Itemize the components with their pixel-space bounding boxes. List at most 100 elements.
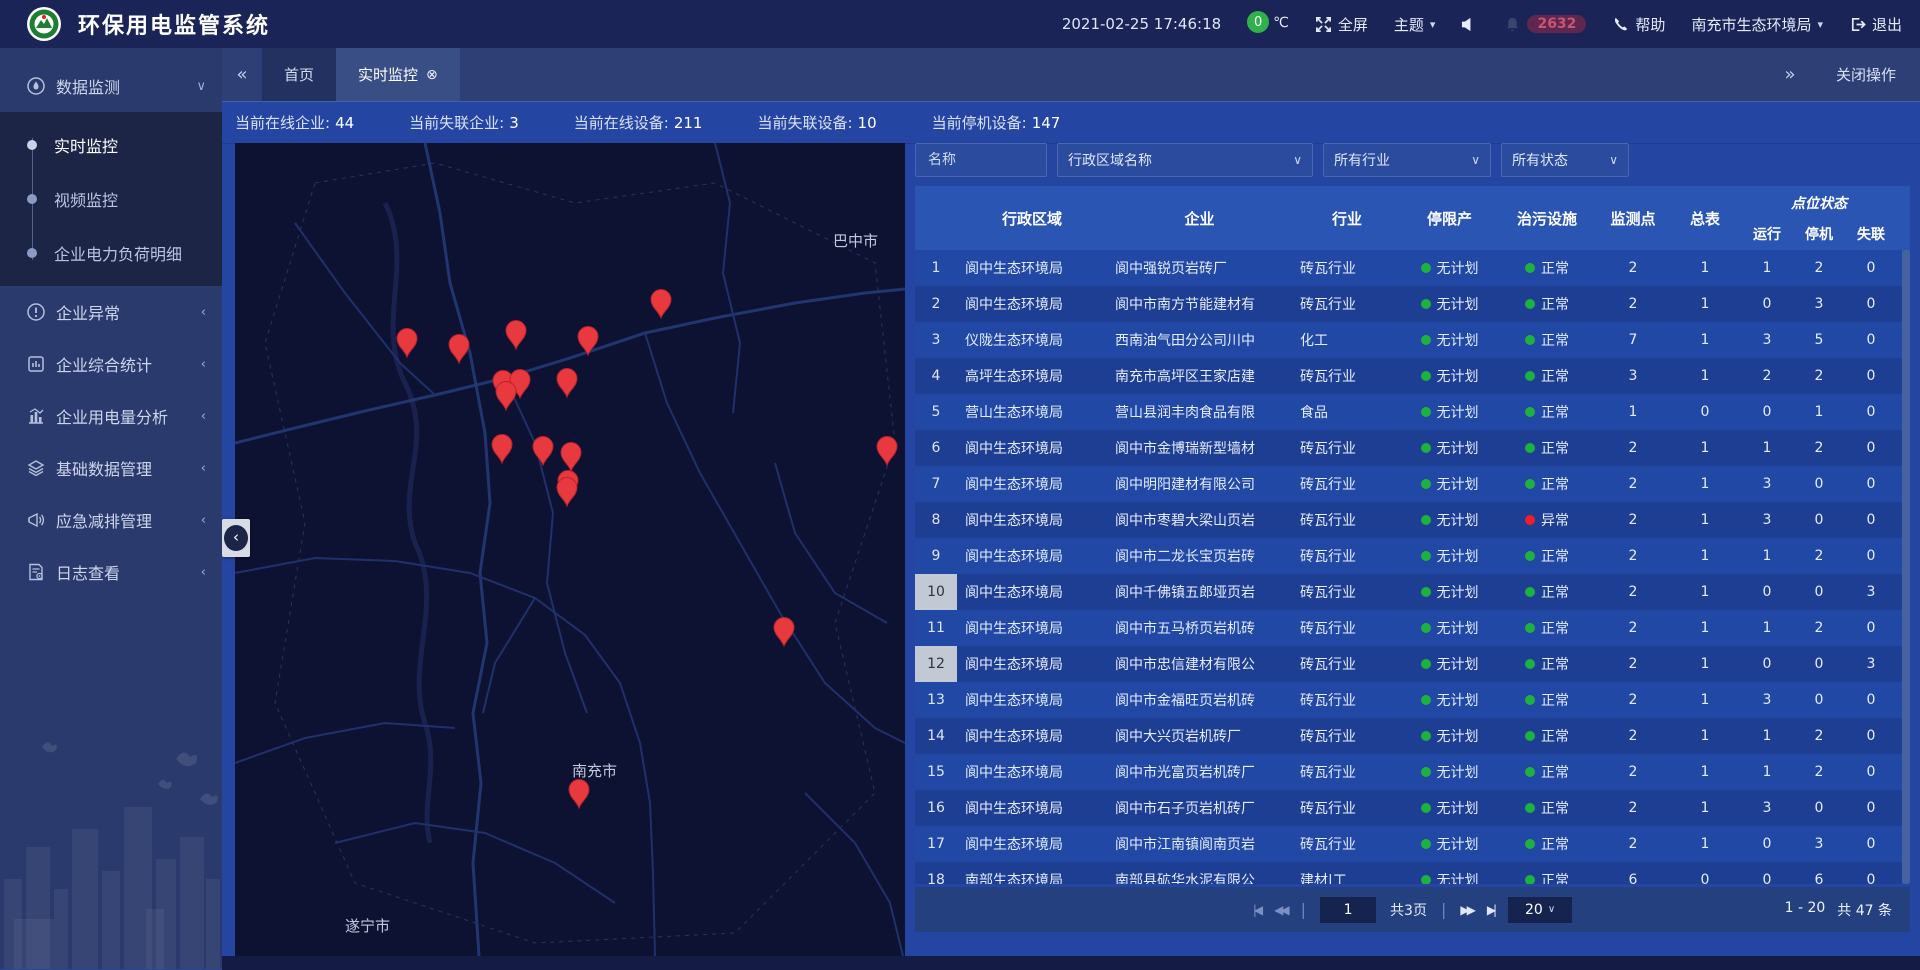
prev-page-button[interactable]: ◀◀: [1274, 903, 1286, 917]
chevron-left-icon: ‹: [201, 409, 206, 424]
table-header: 行政区域 企业 行业 停限产 治污设施 监测点 总表 点位状态 运行 停机 失联: [915, 186, 1910, 250]
table-cell-num: 11: [915, 610, 957, 646]
chevron-left-icon: ‹: [201, 461, 206, 476]
table-row[interactable]: 16阆中生态环境局阆中市石子页岩机砖厂砖瓦行业无计划正常21300: [915, 790, 1910, 826]
pagination-summary: 1 - 20 共 47 条: [1785, 900, 1892, 920]
table-row[interactable]: 14阆中生态环境局阆中大兴页岩机砖厂砖瓦行业无计划正常21120: [915, 718, 1910, 754]
table-cell-lost: 0: [1845, 286, 1897, 322]
table-cell-stop: 0: [1793, 646, 1845, 682]
page-title: 环保用电监管系统: [78, 8, 270, 40]
close-operations-button[interactable]: 关闭操作: [1836, 64, 1896, 85]
table-cell-run: 0: [1741, 826, 1793, 862]
column-header-stopped: 停机: [1793, 224, 1845, 244]
sidebar-item-data-monitoring[interactable]: 数据监测 ∨: [0, 60, 222, 112]
table-cell-lost: 0: [1845, 358, 1897, 394]
sidebar-item-enterprise-abnormal[interactable]: 企业异常 ‹: [0, 286, 222, 338]
table-row[interactable]: 9阆中生态环境局阆中市二龙长宝页岩砖砖瓦行业无计划正常21120: [915, 538, 1910, 574]
table-cell-industry: 砖瓦行业: [1292, 826, 1402, 862]
name-filter-input[interactable]: [926, 151, 1036, 169]
table-row[interactable]: 15阆中生态环境局阆中市光富页岩机砖厂砖瓦行业无计划正常21120: [915, 754, 1910, 790]
table-row[interactable]: 11阆中生态环境局阆中市五马桥页岩机砖砖瓦行业无计划正常21120: [915, 610, 1910, 646]
logout-icon: [1849, 16, 1866, 33]
tab-scroll-left-icon[interactable]: «: [222, 48, 262, 101]
tab-scroll-right-icon[interactable]: »: [1770, 64, 1810, 85]
mute-button[interactable]: [1461, 16, 1478, 33]
table-cell-run: 1: [1741, 538, 1793, 574]
fullscreen-icon: [1315, 16, 1332, 33]
current-page-input[interactable]: 1: [1320, 897, 1376, 923]
table-scrollbar[interactable]: [1902, 250, 1910, 884]
table-cell-lost: 0: [1845, 250, 1897, 286]
chevron-down-icon: ∨: [1548, 904, 1555, 915]
table-cell-num: 1: [915, 250, 957, 286]
status-dot-icon: [1421, 803, 1431, 813]
status-dot-icon: [1525, 407, 1535, 417]
first-page-button[interactable]: |◀: [1253, 903, 1260, 917]
table-cell-run: 3: [1741, 682, 1793, 718]
status-dot-icon: [1525, 839, 1535, 849]
sidebar-item-video-monitor[interactable]: 视频监控: [0, 172, 222, 226]
fullscreen-button[interactable]: 全屏: [1315, 14, 1368, 35]
tab-home[interactable]: 首页: [262, 48, 336, 101]
sidebar-item-enterprise-statistics[interactable]: 企业综合统计 ‹: [0, 338, 222, 390]
table-row[interactable]: 4高坪生态环境局南充市高坪区王家店建砖瓦行业无计划正常31220: [915, 358, 1910, 394]
sidebar-item-log-view[interactable]: 日志查看 ‹: [0, 546, 222, 598]
map-collapse-button[interactable]: ‹: [222, 519, 250, 557]
table-cell-stop_plan: 无计划: [1402, 538, 1497, 574]
tab-close-icon[interactable]: ⊗: [426, 67, 438, 83]
table-cell-meter: 1: [1669, 646, 1741, 682]
table-row[interactable]: 5营山生态环境局营山县润丰肉食品有限食品无计划正常10010: [915, 394, 1910, 430]
table-row[interactable]: 1阆中生态环境局阆中强锐页岩砖厂砖瓦行业无计划正常21120: [915, 250, 1910, 286]
sidebar-item-power-analysis[interactable]: 企业用电量分析 ‹: [0, 390, 222, 442]
table-row[interactable]: 13阆中生态环境局阆中市金福旺页岩机砖砖瓦行业无计划正常21300: [915, 682, 1910, 718]
sidebar-item-realtime-monitor[interactable]: 实时监控: [0, 118, 222, 172]
map-panel[interactable]: 巴中市南充市遂宁市: [235, 143, 905, 956]
notifications-button[interactable]: 2632: [1504, 15, 1586, 33]
page-size-value: 20: [1525, 902, 1543, 918]
bar-chart-icon: [26, 406, 46, 426]
name-filter-field[interactable]: [915, 143, 1047, 177]
table-row[interactable]: 12阆中生态环境局阆中市忠信建材有限公砖瓦行业无计划正常21003: [915, 646, 1910, 682]
table-row[interactable]: 7阆中生态环境局阆中明阳建材有限公司砖瓦行业无计划正常21300: [915, 466, 1910, 502]
sidebar-item-emergency-reduction[interactable]: 应急减排管理 ‹: [0, 494, 222, 546]
table-cell-facility: 正常: [1497, 466, 1597, 502]
status-dot-icon: [1421, 767, 1431, 777]
logout-button[interactable]: 退出: [1849, 14, 1902, 35]
table-row[interactable]: 18南部生态环境局南部县砿华水泥有限公建材|工无计划正常60060: [915, 862, 1910, 884]
status-dot-icon: [1421, 515, 1431, 525]
table-row[interactable]: 17阆中生态环境局阆中市江南镇阆南页岩砖瓦行业无计划正常21030: [915, 826, 1910, 862]
table-cell-stop_plan: 无计划: [1402, 322, 1497, 358]
table-row[interactable]: 6阆中生态环境局阆中市金博瑞新型墙材砖瓦行业无计划正常21120: [915, 430, 1910, 466]
table-cell-industry: 砖瓦行业: [1292, 610, 1402, 646]
table-cell-run: 1: [1741, 610, 1793, 646]
page-size-select[interactable]: 20 ∨: [1508, 897, 1572, 923]
table-cell-industry: 砖瓦行业: [1292, 466, 1402, 502]
table-row[interactable]: 8阆中生态环境局阆中市枣碧大梁山页岩砖瓦行业无计划异常21300: [915, 502, 1910, 538]
table-cell-points: 2: [1597, 250, 1669, 286]
table-cell-run: 1: [1741, 754, 1793, 790]
map-canvas[interactable]: 巴中市南充市遂宁市: [235, 143, 905, 956]
table-row[interactable]: 10阆中生态环境局阆中千佛镇五郎垭页岩砖瓦行业无计划正常21003: [915, 574, 1910, 610]
industry-select[interactable]: 所有行业 ∨: [1323, 143, 1491, 177]
region-select[interactable]: 行政区域名称 ∨: [1057, 143, 1313, 177]
tab-realtime-monitor[interactable]: 实时监控 ⊗: [336, 48, 460, 101]
table-cell-num: 9: [915, 538, 957, 574]
table-row[interactable]: 3仪陇生态环境局西南油气田分公司川中化工无计划正常71350: [915, 322, 1910, 358]
column-header-industry: 行业: [1292, 186, 1402, 250]
table-cell-num: 7: [915, 466, 957, 502]
table-cell-industry: 砖瓦行业: [1292, 754, 1402, 790]
status-select[interactable]: 所有状态 ∨: [1501, 143, 1629, 177]
org-menu[interactable]: 南充市生态环境局 ▾: [1691, 14, 1823, 35]
last-page-button[interactable]: ▶|: [1487, 903, 1494, 917]
table-cell-stop: 0: [1793, 502, 1845, 538]
bullet-icon: [27, 248, 37, 258]
table-cell-stop_plan: 无计划: [1402, 358, 1497, 394]
status-dot-icon: [1525, 263, 1535, 273]
sidebar-item-power-load-detail[interactable]: 企业电力负荷明细: [0, 226, 222, 280]
help-button[interactable]: 帮助: [1612, 14, 1665, 35]
theme-menu[interactable]: 主题 ▾: [1394, 14, 1436, 35]
sidebar-item-base-data[interactable]: 基础数据管理 ‹: [0, 442, 222, 494]
notification-badge: 2632: [1527, 15, 1586, 33]
next-page-button[interactable]: ▶▶: [1460, 903, 1472, 917]
table-row[interactable]: 2阆中生态环境局阆中市南方节能建材有砖瓦行业无计划正常21030: [915, 286, 1910, 322]
